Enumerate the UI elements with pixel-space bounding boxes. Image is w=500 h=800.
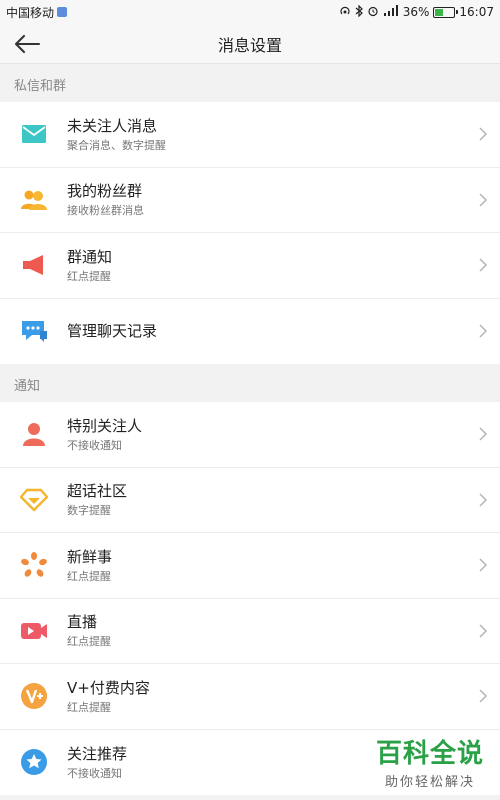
back-button[interactable]: [12, 30, 42, 58]
carrier-badge-icon: [57, 7, 68, 17]
section-header-private: 私信和群: [0, 64, 500, 102]
status-bar: 中国移动 36% 16:07: [0, 0, 500, 24]
watermark-logo: 百科全说 助你轻松解决: [376, 739, 484, 790]
setting-row-super-topic[interactable]: 超话社区 数字提醒: [0, 467, 500, 533]
setting-title: 新鲜事: [67, 547, 113, 566]
setting-row-unfollowed-messages[interactable]: 未关注人消息 聚合消息、数字提醒: [0, 102, 500, 168]
back-arrow-icon: [15, 35, 40, 53]
bluetooth-icon: [355, 4, 363, 20]
signal-icon: [383, 5, 399, 19]
setting-title: 特别关注人: [67, 416, 143, 435]
setting-title: 我的粉丝群: [67, 182, 143, 201]
battery-icon: [433, 6, 459, 18]
chevron-right-icon: [479, 558, 488, 572]
chevron-right-icon: [479, 624, 488, 638]
setting-title: 未关注人消息: [67, 116, 158, 135]
flower-icon: [20, 551, 48, 579]
nav-bar: 消息设置: [0, 24, 500, 64]
setting-subtitle: 红点提醒: [67, 269, 111, 283]
chevron-right-icon: [479, 427, 488, 441]
setting-subtitle: 红点提醒: [67, 569, 111, 583]
page-title: 消息设置: [217, 35, 282, 55]
star-badge-icon: [20, 748, 48, 776]
setting-subtitle: 红点提醒: [67, 700, 111, 714]
watermark-title: 百科全说: [375, 739, 484, 769]
chevron-right-icon: [479, 689, 488, 703]
settings-list-notifications: 特别关注人 不接收通知 超话社区 数字提醒 新鲜事 红点提醒 直播 红点提醒 V…: [0, 402, 500, 795]
setting-title: 关注推荐: [67, 744, 128, 763]
setting-subtitle: 不接收通知: [67, 766, 122, 780]
setting-subtitle: 聚合消息、数字提醒: [67, 138, 166, 152]
envelope-icon: [20, 120, 48, 148]
setting-subtitle: 数字提醒: [67, 504, 111, 518]
settings-list-private: 未关注人消息 聚合消息、数字提醒 我的粉丝群 接收粉丝群消息 群通知 红点提醒 …: [0, 102, 500, 364]
clock: 16:07: [459, 5, 494, 19]
setting-row-fans-group[interactable]: 我的粉丝群 接收粉丝群消息: [0, 167, 500, 233]
chevron-right-icon: [479, 193, 488, 207]
carrier-label: 中国移动: [6, 5, 55, 20]
setting-title: 群通知: [67, 247, 113, 266]
setting-subtitle: 红点提醒: [67, 635, 111, 649]
setting-title: 超话社区: [67, 482, 128, 501]
setting-row-vplus[interactable]: V+付费内容 红点提醒: [0, 664, 500, 730]
alarm-icon: [367, 5, 379, 20]
watermark-subtitle: 助你轻松解决: [384, 775, 475, 790]
fans-group-icon: [20, 186, 48, 214]
vplus-icon: [20, 682, 48, 710]
video-camera-icon: [20, 617, 48, 645]
hotspot-icon: [339, 5, 351, 20]
battery-percent: 36%: [402, 5, 430, 19]
setting-row-live[interactable]: 直播 红点提醒: [0, 598, 500, 664]
section-header-notifications: 通知: [0, 364, 500, 402]
chevron-right-icon: [479, 258, 488, 272]
megaphone-icon: [20, 251, 48, 279]
setting-title: 管理聊天记录: [67, 322, 158, 341]
diamond-icon: [20, 486, 48, 514]
setting-row-chat-history[interactable]: 管理聊天记录: [0, 298, 500, 364]
chat-bubble-icon: [20, 317, 48, 345]
chevron-right-icon: [479, 324, 488, 338]
setting-row-special-follow[interactable]: 特别关注人 不接收通知: [0, 402, 500, 468]
setting-row-fresh-news[interactable]: 新鲜事 红点提醒: [0, 533, 500, 599]
person-icon: [20, 420, 48, 448]
setting-subtitle: 不接收通知: [67, 438, 122, 452]
setting-title: 直播: [67, 613, 98, 632]
setting-row-group-notice[interactable]: 群通知 红点提醒: [0, 233, 500, 299]
chevron-right-icon: [479, 493, 488, 507]
setting-subtitle: 接收粉丝群消息: [67, 204, 144, 218]
setting-title: V+付费内容: [67, 678, 150, 697]
chevron-right-icon: [479, 127, 488, 141]
